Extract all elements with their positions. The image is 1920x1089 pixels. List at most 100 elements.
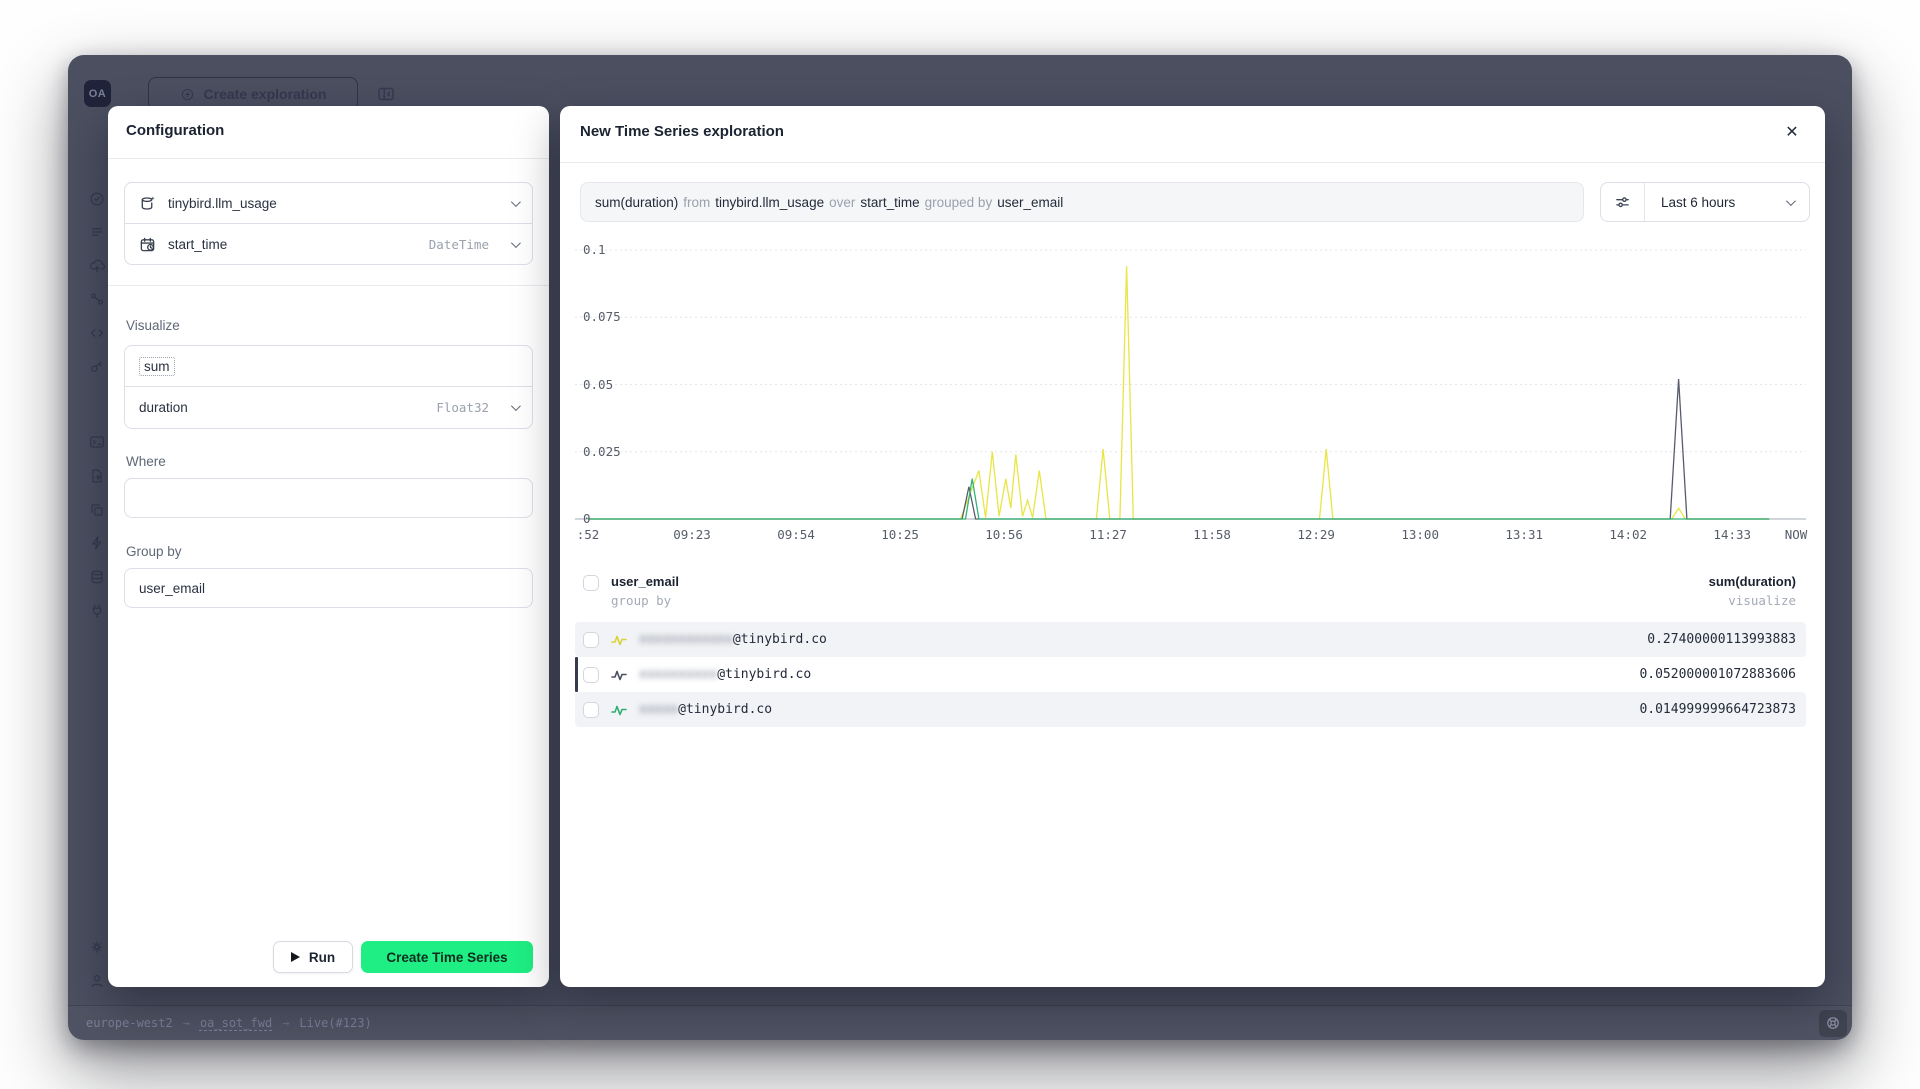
field-value: duration [139, 400, 188, 415]
field-type: Float32 [436, 400, 489, 415]
datasource-value: tinybird.llm_usage [168, 196, 277, 211]
pipeline-nodes-icon[interactable] [88, 290, 106, 308]
run-label: Run [309, 950, 335, 965]
arrow-icon: → [183, 1016, 190, 1030]
query-token: sum(duration) [595, 195, 678, 210]
query-keyword: from [683, 195, 710, 210]
masked-email-name: xxxxxxxxxx [639, 667, 717, 682]
column-title: user_email [611, 574, 679, 589]
database-icon[interactable] [88, 568, 106, 586]
live-deployment-label: Live(#123) [299, 1016, 371, 1030]
workspace-avatar[interactable]: OA [84, 80, 111, 107]
series-table: user_email group by sum(duration) visual… [575, 566, 1806, 727]
query-keyword: grouped by [925, 195, 993, 210]
help-button[interactable] [1819, 1010, 1847, 1037]
visualize-label: Visualize [126, 318, 180, 333]
aggregation-token[interactable]: sum [139, 357, 175, 376]
where-input[interactable] [124, 478, 533, 518]
create-time-series-label: Create Time Series [386, 950, 507, 965]
collapse-panel-icon[interactable] [375, 84, 397, 104]
query-token: start_time [860, 195, 919, 210]
series-sparkline-icon [611, 703, 627, 716]
plug-icon[interactable] [88, 602, 106, 620]
create-time-series-button[interactable]: Create Time Series [361, 941, 533, 973]
terminal-icon[interactable] [88, 433, 106, 451]
select-all-checkbox[interactable] [583, 575, 599, 591]
play-icon [291, 952, 300, 962]
series-sparkline-icon [611, 633, 627, 646]
filter-button[interactable] [1601, 183, 1645, 221]
row-checkbox[interactable] [583, 702, 599, 718]
branch-link[interactable]: oa_sot_fwd [200, 1016, 272, 1030]
chevron-down-icon [511, 197, 521, 207]
column-subtitle: group by [611, 593, 679, 608]
table-header: user_email group by sum(duration) visual… [575, 566, 1806, 622]
group-by-label: Group by [126, 544, 182, 559]
configuration-title: Configuration [126, 122, 224, 139]
user-icon[interactable] [88, 972, 106, 990]
status-bar: europe-west2 → oa_sot_fwd → Live(#123) [68, 1005, 1852, 1040]
time-field-select[interactable]: start_time DateTime [124, 223, 533, 265]
query-keyword: over [829, 195, 855, 210]
query-token: user_email [997, 195, 1063, 210]
datasource-icon [139, 195, 156, 212]
column-title: sum(duration) [1709, 574, 1796, 589]
time-range-control: Last 6 hours [1600, 182, 1810, 222]
time-series-chart[interactable]: 0.10.0750.050.0250 :5209:2309:5410:2510:… [575, 240, 1806, 552]
where-label: Where [126, 454, 166, 469]
time-field-type: DateTime [429, 237, 489, 252]
chart-plot[interactable] [575, 240, 1806, 540]
row-checkbox[interactable] [583, 632, 599, 648]
email-domain: @tinybird.co [678, 702, 772, 717]
datasource-select[interactable]: tinybird.llm_usage [124, 182, 533, 224]
copy-icon[interactable] [88, 501, 106, 519]
exploration-panel: New Time Series exploration ✕ sum(durati… [560, 106, 1825, 987]
series-sparkline-icon [611, 668, 627, 681]
time-range-select[interactable]: Last 6 hours [1645, 195, 1786, 210]
key-icon[interactable] [88, 357, 106, 375]
run-button[interactable]: Run [273, 941, 353, 973]
file-export-icon[interactable] [88, 467, 106, 485]
logs-icon[interactable] [88, 223, 106, 241]
table-row[interactable]: xxxxxxxxxxxx @tinybird.co 0.274000001139… [575, 622, 1806, 657]
chevron-down-icon [1786, 196, 1796, 206]
divider [108, 158, 549, 159]
masked-email-name: xxxxxxxxxxxx [639, 632, 733, 647]
column-subtitle: visualize [1709, 593, 1796, 608]
configuration-panel: Configuration tinybird.llm_usage start_t… [108, 106, 549, 987]
table-row[interactable]: xxxxx @tinybird.co 0.014999999664723873 [575, 692, 1806, 727]
field-select[interactable]: duration Float32 [124, 386, 533, 429]
group-by-value: user_email [139, 581, 205, 596]
divider [560, 162, 1825, 163]
badge-check-icon[interactable] [88, 190, 106, 208]
filter-sliders-icon [1614, 194, 1631, 211]
email-domain: @tinybird.co [733, 632, 827, 647]
row-focus-indicator [575, 657, 578, 692]
code-icon[interactable] [88, 324, 106, 342]
cloud-upload-icon[interactable] [88, 257, 106, 275]
gear-icon[interactable] [88, 938, 106, 956]
time-field-value: start_time [168, 237, 227, 252]
table-row[interactable]: xxxxxxxxxx @tinybird.co 0.05200000107288… [575, 657, 1806, 692]
chevron-down-icon [511, 401, 521, 411]
section-divider [108, 285, 549, 286]
row-value: 0.27400000113993883 [1647, 632, 1796, 647]
query-token: tinybird.llm_usage [715, 195, 824, 210]
bolt-icon[interactable] [88, 534, 106, 552]
region-label: europe-west2 [86, 1016, 173, 1030]
arrow-icon: → [282, 1016, 289, 1030]
row-checkbox[interactable] [583, 667, 599, 683]
masked-email-name: xxxxx [639, 702, 678, 717]
chevron-down-icon [511, 238, 521, 248]
create-exploration-label: Create exploration [204, 86, 327, 102]
life-buoy-icon [1825, 1015, 1841, 1031]
group-by-input[interactable]: user_email [124, 568, 533, 608]
row-value: 0.014999999664723873 [1639, 702, 1796, 717]
calendar-clock-icon [139, 236, 156, 253]
exploration-title: New Time Series exploration [580, 123, 784, 140]
query-summary-input[interactable]: sum(duration) from tinybird.llm_usage ov… [580, 182, 1584, 222]
email-domain: @tinybird.co [717, 667, 811, 682]
row-value: 0.052000001072883606 [1639, 667, 1796, 682]
close-icon[interactable]: ✕ [1779, 119, 1805, 145]
aggregation-input[interactable]: sum [124, 345, 533, 387]
